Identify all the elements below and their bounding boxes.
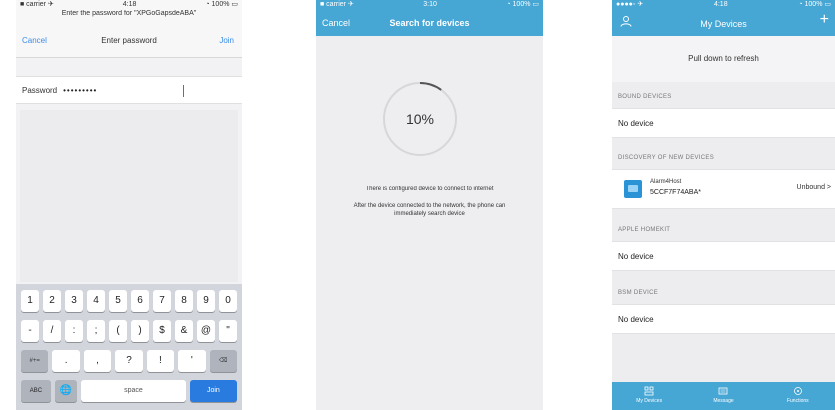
key[interactable]: ( xyxy=(109,320,127,342)
tab-functions[interactable]: Functions xyxy=(761,382,835,410)
configure-message: There is configured device to connect to… xyxy=(365,186,494,192)
tab-label: Message xyxy=(713,398,734,404)
nav-title: Enter password xyxy=(101,36,157,45)
key[interactable]: 0 xyxy=(219,290,237,312)
status-bar: ●●●●◦ ✈ 4:18 ◔ 100% ▭ xyxy=(612,0,835,10)
bound-empty-row: No device xyxy=(612,108,835,138)
key[interactable]: $ xyxy=(153,320,171,342)
abc-key[interactable]: ABC xyxy=(21,380,51,402)
keyboard-row-symbols: - / : ; ( ) $ & @ " xyxy=(19,320,239,342)
cancel-button[interactable]: Cancel xyxy=(22,36,47,45)
device-status[interactable]: Unbound > xyxy=(797,184,831,191)
my-devices-screen: ●●●●◦ ✈ 4:18 ◔ 100% ▭ My Devices + Pull … xyxy=(612,0,835,410)
battery-indicator: ◔ 100% ▭ xyxy=(205,1,238,8)
key[interactable]: 1 xyxy=(21,290,39,312)
carrier-signal: ■ carrier ✈ xyxy=(320,1,354,8)
tab-my-devices[interactable]: My Devices xyxy=(612,382,686,410)
key[interactable]: : xyxy=(65,320,83,342)
key[interactable]: 5 xyxy=(109,290,127,312)
carrier-signal: ■ carrier ✈ xyxy=(20,1,54,8)
text-caret xyxy=(183,85,185,97)
navigation-bar: Cancel Enter password Join xyxy=(16,22,242,58)
device-mac: 5CCF7F74ABA* xyxy=(650,189,701,196)
on-screen-keyboard: 1 2 3 4 5 6 7 8 9 0 - / : ; ( ) $ & @ " … xyxy=(16,284,242,410)
pull-to-refresh: Pull down to refresh xyxy=(612,36,835,82)
password-row: Password ••••••••• xyxy=(16,76,242,104)
key[interactable]: 4 xyxy=(87,290,105,312)
join-key[interactable]: Join xyxy=(189,380,237,402)
password-field[interactable]: ••••••••• xyxy=(63,77,183,105)
nav-title: Search for devices xyxy=(389,18,470,28)
key[interactable]: - xyxy=(21,320,39,342)
key[interactable]: 2 xyxy=(43,290,61,312)
key[interactable]: 7 xyxy=(153,290,171,312)
key[interactable]: 3 xyxy=(65,290,83,312)
key[interactable]: 8 xyxy=(175,290,193,312)
progress-percent: 10% xyxy=(405,111,435,127)
bsm-empty-row: No device xyxy=(612,304,835,334)
section-header-apple: APPLE HOMEKIT xyxy=(618,227,671,233)
tab-label: My Devices xyxy=(636,398,663,404)
status-bar: ■ carrier ✈ 3:10 ◔ 100% ▭ xyxy=(316,0,543,10)
user-icon[interactable] xyxy=(620,15,632,27)
tab-label: Functions xyxy=(786,398,809,404)
password-prompt: Enter the password for "XPGoGapsdeABA" xyxy=(16,10,242,22)
keyboard-row-punctuation: #+= . , ? ! ' ⌫ xyxy=(19,350,239,372)
key[interactable]: ) xyxy=(131,320,149,342)
apple-empty-row: No device xyxy=(612,241,835,271)
key[interactable]: 9 xyxy=(197,290,215,312)
status-bar: ■ carrier ✈ 4:18 ◔ 100% ▭ xyxy=(16,0,242,10)
section-header-bsm: BSM DEVICE xyxy=(618,290,659,296)
password-label: Password xyxy=(22,86,58,95)
carrier-signal: ●●●●◦ ✈ xyxy=(616,1,644,8)
keyboard-row-digits: 1 2 3 4 5 6 7 8 9 0 xyxy=(19,290,239,312)
key[interactable]: 6 xyxy=(131,290,149,312)
devices-icon xyxy=(644,386,654,396)
tab-message[interactable]: Message xyxy=(686,382,760,410)
cancel-button[interactable]: Cancel xyxy=(322,18,350,28)
search-hint: After the device connected to the networ… xyxy=(353,203,506,217)
section-header-bound: BOUND DEVICES xyxy=(618,94,672,100)
navigation-bar: Cancel Search for devices xyxy=(316,10,543,36)
clock: 4:18 xyxy=(122,1,137,8)
tab-bar: My Devices Message Functions xyxy=(612,382,835,410)
section-header-discovery: DISCOVERY OF NEW DEVICES xyxy=(618,155,714,161)
message-icon xyxy=(719,387,728,395)
key[interactable]: ! xyxy=(146,350,175,372)
device-icon xyxy=(624,180,642,198)
key[interactable]: ; xyxy=(87,320,105,342)
key[interactable]: ' xyxy=(178,350,206,372)
key[interactable]: & xyxy=(175,320,193,342)
enter-password-screen: ■ carrier ✈ 4:18 ◔ 100% ▭ Enter the pass… xyxy=(16,0,242,410)
key[interactable]: , xyxy=(83,350,112,372)
key[interactable]: " xyxy=(219,320,237,342)
clock: 4:18 xyxy=(713,1,728,8)
battery-indicator: ◔ 100% ▭ xyxy=(798,1,831,8)
space-key[interactable]: space xyxy=(81,380,186,402)
functions-icon xyxy=(793,387,802,395)
nav-title: My Devices xyxy=(700,19,747,29)
add-device-button[interactable]: + xyxy=(820,11,829,29)
backspace-icon[interactable]: ⌫ xyxy=(209,350,237,372)
content-area xyxy=(20,110,238,282)
device-row[interactable]: Alarm4Host 5CCF7F74ABA* Unbound > xyxy=(612,169,835,209)
navigation-bar: My Devices + xyxy=(612,10,835,36)
key[interactable]: @ xyxy=(197,320,215,342)
device-name: Alarm4Host xyxy=(650,179,682,185)
key[interactable]: ? xyxy=(115,350,143,372)
globe-icon[interactable]: 🌐 xyxy=(54,380,78,402)
clock: 3:10 xyxy=(423,1,437,8)
key[interactable]: / xyxy=(43,320,61,342)
search-devices-screen: ■ carrier ✈ 3:10 ◔ 100% ▭ Cancel Search … xyxy=(316,0,543,410)
more-symbols-key[interactable]: #+= xyxy=(21,350,49,372)
key[interactable]: . xyxy=(52,350,80,372)
keyboard-row-bottom: ABC 🌐 space Join xyxy=(19,380,239,402)
join-button[interactable]: Join xyxy=(219,36,234,45)
battery-indicator: ◔ 100% ▭ xyxy=(506,1,539,8)
